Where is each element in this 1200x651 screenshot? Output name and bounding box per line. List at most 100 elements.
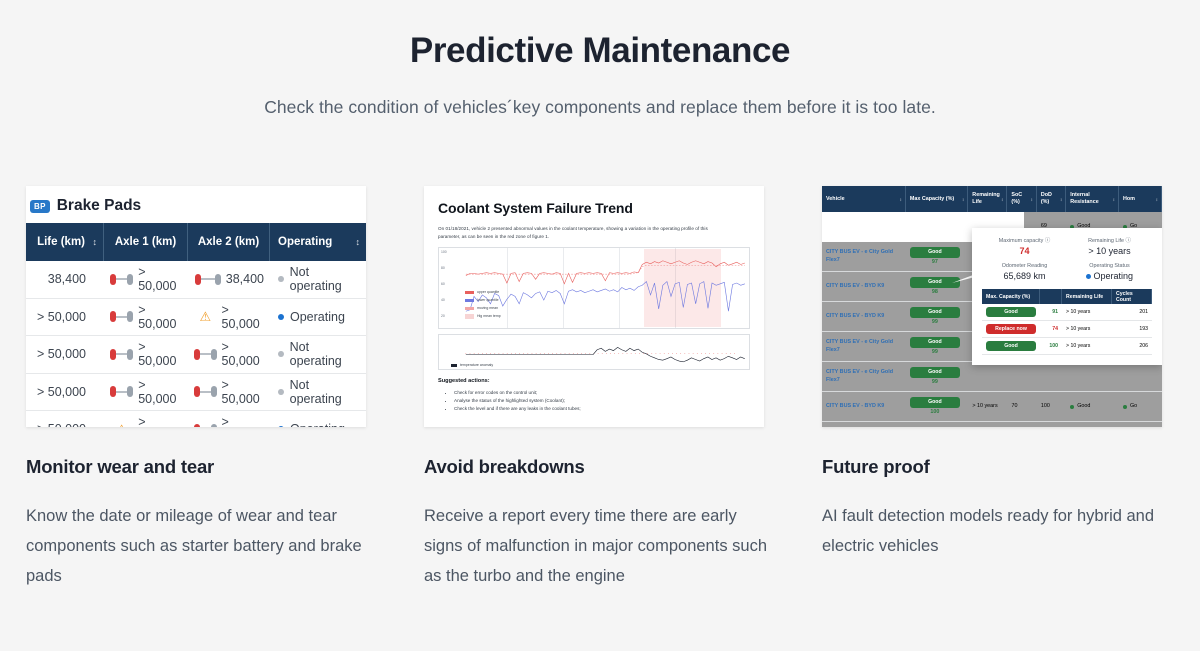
anomaly-legend: temperature anomaly <box>451 361 493 369</box>
cell-vehicle: CITY BUS EV - BYD K9 <box>826 312 885 319</box>
brake-pads-title: Brake Pads <box>56 197 142 214</box>
cell-life: > 50,000 <box>36 309 86 324</box>
card-body: Receive a report every time there are ea… <box>424 507 768 585</box>
mini-cell-capacity: 91 <box>1052 309 1058 315</box>
column-header-remaining-life[interactable]: Remaining Life <box>968 186 1008 212</box>
cell-hom <box>1119 362 1162 391</box>
info-icon[interactable]: ⓘ <box>1045 238 1050 244</box>
mini-cell-cycles: 193 <box>1139 326 1148 332</box>
column-header-operating[interactable]: Operating <box>270 223 366 261</box>
card-monitor-wear-and-tear: BP Brake Pads Life (km) Axle 1 (km) Axle… <box>26 186 423 591</box>
status-badge: Good <box>909 396 960 408</box>
status-badge: Good <box>909 306 960 318</box>
table-body: 38,400 > 50,000 38,400 Not operating > 5… <box>26 261 366 427</box>
mini-column-header-capacity[interactable]: Max. Capacity (%) <box>982 289 1040 304</box>
table-row[interactable]: > 50,000 > 50,000 > 50,000 Not operating <box>26 373 366 411</box>
list-item: Analyse the status of the highlighted sy… <box>454 397 750 405</box>
legend-item-mean: moving mean <box>465 304 501 312</box>
info-icon[interactable]: ⓘ <box>1126 238 1131 244</box>
status-badge: Replace now <box>986 324 1036 334</box>
cell-max-capacity: Good 99 <box>906 362 968 391</box>
mini-column-header-remaining-life[interactable]: Remaining Life <box>1062 289 1112 304</box>
cell-life: > 50,000 <box>36 384 86 399</box>
mini-cell-cycles: 206 <box>1139 343 1148 349</box>
status-dot-icon <box>278 313 284 320</box>
cell-vehicle: CITY BUS EV - BYD K9 <box>826 282 885 289</box>
operating-status-value: Operating <box>1067 271 1152 281</box>
cell-axle2: ⚠ > 50,000 <box>188 299 270 336</box>
warning-icon: ⚠ <box>199 309 212 325</box>
column-header-life[interactable]: Life (km) <box>26 223 104 261</box>
mini-table-row[interactable]: Good 100 > 10 years 206 <box>982 338 1152 355</box>
brake-pads-badge-icon: BP <box>30 199 50 213</box>
cell-max-capacity: Good 99 <box>906 332 968 361</box>
column-header-internal-resistance[interactable]: Internal Resistance <box>1066 186 1119 212</box>
list-item: Check the level and if there are any lea… <box>454 405 750 413</box>
column-header-axle2[interactable]: Axle 2 (km) <box>188 223 270 261</box>
feature-cards: BP Brake Pads Life (km) Axle 1 (km) Axle… <box>0 186 1200 591</box>
suggested-actions-list: Check for error codes on the control uni… <box>454 389 750 413</box>
cell-life: > 50,000 <box>26 411 104 427</box>
cell-status: Not operating <box>270 374 366 411</box>
cell-internal-resistance: Good <box>1066 392 1119 421</box>
cell-axle1: > 50,000 <box>104 336 188 373</box>
cell-axle2: 38,400 <box>188 261 270 298</box>
card-title: Monitor wear and tear <box>26 456 215 477</box>
mini-column-header-cycles[interactable]: Cycles Count <box>1112 289 1152 304</box>
cell-internal-resistance <box>1066 362 1119 391</box>
table-row[interactable]: > 50,000 ⚠> 50,000 > 50,000 Operating <box>26 411 366 427</box>
brake-pads-screenshot: BP Brake Pads Life (km) Axle 1 (km) Axle… <box>26 186 366 427</box>
cell-dod <box>1037 362 1066 391</box>
table-row[interactable]: > 50,000 > 50,000 > 50,000 Not operating <box>26 336 366 374</box>
column-header-dod[interactable]: DoD (%) <box>1037 186 1067 212</box>
column-header-axle1[interactable]: Axle 1 (km) <box>104 223 188 261</box>
battery-detail-tooltip: Maximum capacity ⓘ 74 Remaining Life ⓘ >… <box>972 228 1162 365</box>
temperature-anomaly-chart: temperature anomaly <box>438 334 750 371</box>
table-row[interactable]: 38,400 > 50,000 38,400 Not operating <box>26 261 366 299</box>
mini-cell-capacity: 100 <box>1049 343 1058 349</box>
table-row[interactable]: CITY BUS EV - BYD K9 Good 100 > 10 years … <box>822 392 1162 422</box>
operating-status-label: Operating Status <box>1089 263 1130 269</box>
cell-soc <box>1007 362 1036 391</box>
status-dot-icon <box>278 388 284 395</box>
column-header-max-capacity[interactable]: Max Capacity (%) <box>906 186 969 212</box>
remaining-life-label: Remaining Life ⓘ <box>1088 238 1131 244</box>
status-badge: Good <box>909 366 960 378</box>
mini-table-header: Max. Capacity (%) Remaining Life Cycles … <box>982 289 1152 304</box>
column-header-hom[interactable]: Hom <box>1119 186 1162 212</box>
predictive-maintenance-page: Predictive Maintenance Check the conditi… <box>0 0 1200 651</box>
page-title: Predictive Maintenance <box>409 31 791 70</box>
legend-item-lower: lower quantile <box>465 296 501 304</box>
coolant-report: Coolant System Failure Trend On 01/18/20… <box>424 186 764 427</box>
coolant-report-screenshot: Coolant System Failure Trend On 01/18/20… <box>424 186 764 427</box>
status-badge: Good <box>986 341 1036 351</box>
cell-axle1: > 50,000 <box>104 374 188 411</box>
status-dot-icon <box>278 276 284 283</box>
battery-table: Vehicle Max Capacity (%) Remaining Life … <box>822 186 1162 427</box>
legend-item-high-temp: Hig mean temp <box>465 312 501 320</box>
mini-table-row[interactable]: Replace now 74 > 10 years 193 <box>982 321 1152 338</box>
cell-vehicle: CITY BUS EV - BYD K9 <box>826 402 885 409</box>
column-header-vehicle[interactable]: Vehicle <box>822 186 906 212</box>
cell-status: Operating <box>270 299 366 336</box>
table-row[interactable]: > 50,000 > 50,000 ⚠ > 50,000 Operating <box>26 298 366 336</box>
warning-icon: ⚠ <box>110 423 133 427</box>
cell-remaining-life <box>968 362 1007 391</box>
list-item: Check for error codes on the control uni… <box>454 389 750 397</box>
mini-table-row[interactable]: Good 91 > 10 years 201 <box>982 304 1152 321</box>
mini-table-body: Good 91 > 10 years 201 Replace now 74 > … <box>982 304 1152 355</box>
tooltip-row-2: Odometer Reading 65,689 km Operating Sta… <box>982 263 1152 281</box>
column-header-soc[interactable]: SoC (%) <box>1007 186 1037 212</box>
brake-pads-header: BP Brake Pads <box>26 186 366 223</box>
max-capacity-label: Maximum capacity ⓘ <box>998 238 1051 244</box>
max-capacity-value: 74 <box>1019 246 1030 256</box>
mini-cell-capacity: 74 <box>1052 326 1058 332</box>
cell-axle2: > 50,000 <box>188 336 270 373</box>
card-future-proof: Vehicle Max Capacity (%) Remaining Life … <box>820 186 1200 591</box>
remaining-life-value: > 10 years <box>1088 246 1131 256</box>
wear-gauge-icon <box>110 348 134 360</box>
report-paragraph: On 01/18/2021, vehicle 2 presented abnor… <box>438 226 708 239</box>
table-row[interactable]: CITY BUS EV - e City Gold Flex7 Good 99 <box>822 362 1162 392</box>
page-subtitle: Check the condition of vehicles´key comp… <box>264 97 936 117</box>
cell-max-capacity: Good 99 <box>906 302 968 331</box>
